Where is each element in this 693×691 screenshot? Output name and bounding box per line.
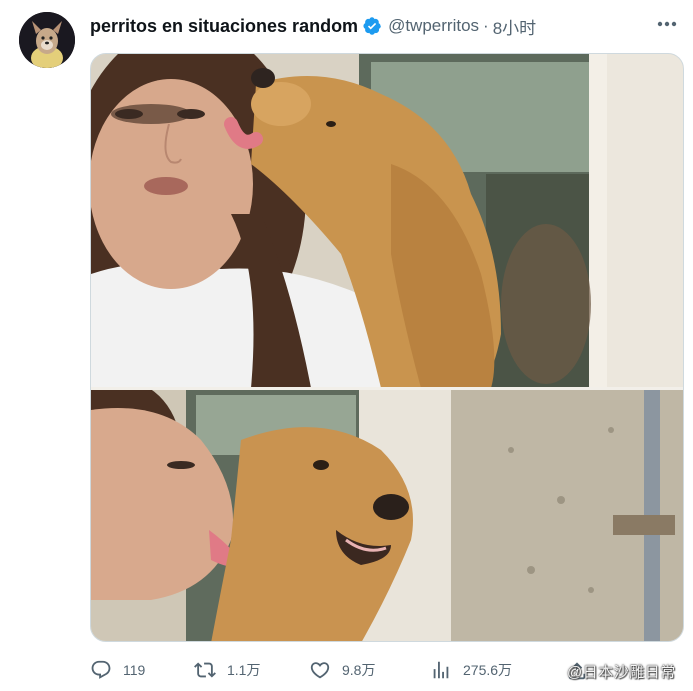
- like-button[interactable]: 9.8万: [309, 656, 375, 684]
- views-count: 275.6万: [463, 662, 513, 678]
- display-name[interactable]: perritos en situaciones random: [90, 16, 358, 37]
- tweet: perritos en situaciones random @twperrit…: [0, 0, 693, 691]
- views-chart-icon: [430, 659, 452, 681]
- retweet-icon: [194, 659, 216, 681]
- photo-woman-licking-dog[interactable]: [91, 390, 683, 641]
- photo-woman-and-dog-kiss[interactable]: [91, 54, 683, 388]
- views-button[interactable]: 275.6万: [430, 656, 512, 684]
- verified-badge-icon: [362, 16, 382, 36]
- like-count: 9.8万: [342, 662, 376, 678]
- reply-icon: [90, 659, 112, 681]
- retweet-button[interactable]: 1.1万: [194, 656, 260, 684]
- watermark-text: @日本沙雕日常: [567, 663, 676, 681]
- weibo-watermark: @日本沙雕日常: [538, 656, 676, 686]
- reply-count: 119: [123, 662, 146, 678]
- weibo-logo-icon: [538, 660, 564, 682]
- reply-button[interactable]: 119: [90, 656, 145, 684]
- timestamp[interactable]: 8小时: [493, 14, 536, 39]
- avatar[interactable]: [19, 12, 75, 68]
- retweet-count: 1.1万: [227, 662, 261, 678]
- tweet-header: perritos en situaciones random @twperrit…: [90, 14, 536, 38]
- heart-icon: [309, 659, 331, 681]
- handle[interactable]: @twperritos: [388, 16, 479, 36]
- more-options-icon[interactable]: [654, 12, 680, 36]
- separator-dot: ·: [483, 16, 489, 35]
- tweet-media[interactable]: [90, 53, 684, 642]
